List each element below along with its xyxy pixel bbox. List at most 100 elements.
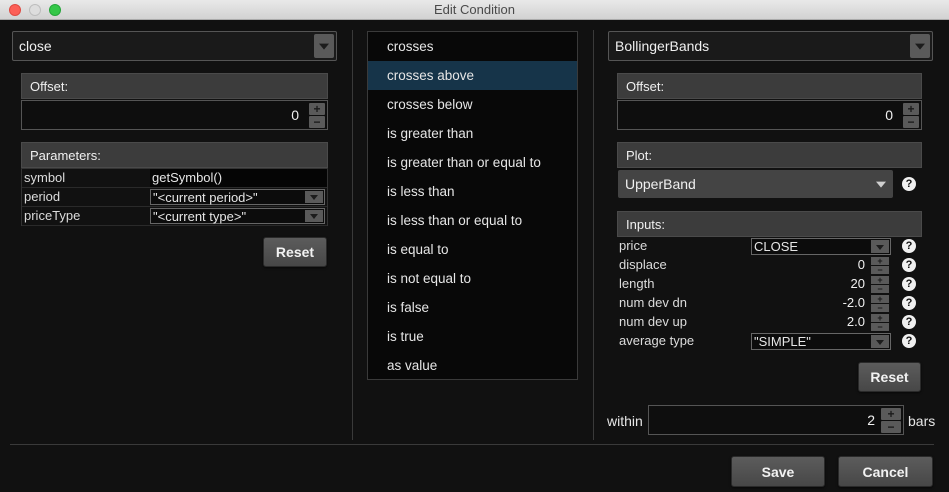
increment-icon[interactable]: + xyxy=(871,257,889,266)
input-number-displace-text: 0 xyxy=(857,257,865,272)
window-title: Edit Condition xyxy=(434,2,515,17)
save-button[interactable]: Save xyxy=(731,456,825,487)
table-row: period "<current period>" xyxy=(22,188,327,207)
input-number-num-dev-dn-text: -2.0 xyxy=(842,295,865,310)
within-value: 2 xyxy=(867,412,875,428)
input-number-length[interactable]: 20 + − xyxy=(751,276,891,294)
list-item[interactable]: is less than xyxy=(368,177,577,206)
param-select-period[interactable]: "<current period>" xyxy=(150,189,325,205)
within-stepper[interactable]: + − xyxy=(881,408,901,434)
input-number-num-dev-dn[interactable]: -2.0 + − xyxy=(751,295,891,313)
plot-header: Plot: xyxy=(617,142,922,168)
list-item[interactable]: is equal to xyxy=(368,235,577,264)
operator-list[interactable]: crosses crosses above crosses below is g… xyxy=(367,31,578,380)
input-price-dropdown-button[interactable] xyxy=(871,240,889,253)
increment-icon[interactable]: + xyxy=(871,276,889,285)
list-item[interactable]: is greater than xyxy=(368,119,577,148)
help-icon[interactable]: ? xyxy=(902,277,916,291)
right-study-dropdown-button[interactable] xyxy=(910,34,930,58)
chevron-down-icon xyxy=(915,43,925,50)
param-pricetype-dropdown-button[interactable] xyxy=(305,210,323,222)
input-select-average-type[interactable]: "SIMPLE" xyxy=(751,333,891,350)
decrement-icon[interactable]: − xyxy=(881,421,901,433)
right-offset-field[interactable]: 0 + − xyxy=(617,100,922,130)
input-select-price[interactable]: CLOSE xyxy=(751,238,891,255)
list-item[interactable]: is not equal to xyxy=(368,264,577,293)
param-select-pricetype-text: "<current type>" xyxy=(153,209,247,224)
table-row: displace 0 + − xyxy=(617,256,892,275)
right-offset-header: Offset: xyxy=(617,73,922,99)
param-value-symbol[interactable]: getSymbol() xyxy=(150,169,327,187)
chevron-down-icon xyxy=(876,244,884,250)
help-icon[interactable]: ? xyxy=(902,258,916,272)
input-label-num-dev-up: num dev up xyxy=(619,314,687,329)
input-displace-stepper[interactable]: + − xyxy=(871,257,889,275)
left-divider xyxy=(352,30,353,440)
right-offset-value: 0 xyxy=(885,107,893,123)
list-item[interactable]: is greater than or equal to xyxy=(368,148,577,177)
left-study-select[interactable]: close xyxy=(12,31,337,61)
increment-icon[interactable]: + xyxy=(881,408,901,420)
input-average-type-dropdown-button[interactable] xyxy=(871,335,889,348)
input-num-dev-up-stepper[interactable]: + − xyxy=(871,314,889,332)
right-study-select[interactable]: BollingerBands xyxy=(608,31,933,61)
table-row: average type "SIMPLE" xyxy=(617,332,892,351)
list-item[interactable]: is true xyxy=(368,322,577,351)
list-item[interactable]: crosses below xyxy=(368,90,577,119)
right-offset-stepper[interactable]: + − xyxy=(903,103,919,129)
decrement-icon[interactable]: − xyxy=(871,323,889,332)
help-icon[interactable]: ? xyxy=(902,315,916,329)
table-row: symbol getSymbol() xyxy=(22,169,327,188)
left-parameters-header: Parameters: xyxy=(21,142,328,168)
plot-select[interactable]: UpperBand xyxy=(618,170,893,198)
list-item[interactable]: is less than or equal to xyxy=(368,206,577,235)
param-label-period: period xyxy=(24,189,61,204)
left-study-dropdown-button[interactable] xyxy=(314,34,334,58)
table-row: priceType "<current type>" xyxy=(22,207,327,226)
help-icon[interactable]: ? xyxy=(902,239,916,253)
decrement-icon[interactable]: − xyxy=(871,285,889,294)
increment-icon[interactable]: + xyxy=(871,295,889,304)
param-label-pricetype: priceType xyxy=(24,208,81,223)
left-offset-field[interactable]: 0 + − xyxy=(21,100,328,130)
left-offset-stepper[interactable]: + − xyxy=(309,103,325,129)
plot-value: UpperBand xyxy=(625,176,696,192)
increment-icon[interactable]: + xyxy=(903,103,919,115)
within-label: within xyxy=(607,413,643,429)
plot-label: Plot: xyxy=(626,147,653,163)
left-reset-button[interactable]: Reset xyxy=(263,237,327,267)
param-select-pricetype[interactable]: "<current type>" xyxy=(150,208,325,224)
plot-help-icon[interactable]: ? xyxy=(902,177,916,191)
input-num-dev-dn-stepper[interactable]: + − xyxy=(871,295,889,313)
input-select-average-type-text: "SIMPLE" xyxy=(754,334,811,349)
param-period-dropdown-button[interactable] xyxy=(305,191,323,203)
left-offset-value: 0 xyxy=(291,107,299,123)
input-number-displace[interactable]: 0 + − xyxy=(751,257,891,275)
decrement-icon[interactable]: − xyxy=(871,304,889,313)
cancel-button[interactable]: Cancel xyxy=(838,456,933,487)
list-item[interactable]: crosses xyxy=(368,32,577,61)
increment-icon[interactable]: + xyxy=(309,103,325,115)
decrement-icon[interactable]: − xyxy=(309,116,325,128)
decrement-icon[interactable]: − xyxy=(871,266,889,275)
left-parameters-label: Parameters: xyxy=(30,147,101,163)
right-offset-label: Offset: xyxy=(626,78,665,94)
chevron-down-icon xyxy=(876,339,884,345)
list-item-selected[interactable]: crosses above xyxy=(368,61,577,90)
help-icon[interactable]: ? xyxy=(902,334,916,348)
inputs-header: Inputs: xyxy=(617,211,922,237)
increment-icon[interactable]: + xyxy=(871,314,889,323)
param-value-symbol-text: getSymbol() xyxy=(152,170,223,185)
list-item[interactable]: as value xyxy=(368,351,577,380)
right-reset-button[interactable]: Reset xyxy=(858,362,921,392)
chevron-down-icon xyxy=(319,43,329,50)
within-field[interactable]: 2 + − xyxy=(648,405,904,435)
left-study-value: close xyxy=(19,38,52,54)
input-length-stepper[interactable]: + − xyxy=(871,276,889,294)
chevron-down-icon xyxy=(310,195,318,200)
input-label-num-dev-dn: num dev dn xyxy=(619,295,687,310)
help-icon[interactable]: ? xyxy=(902,296,916,310)
input-number-num-dev-up[interactable]: 2.0 + − xyxy=(751,314,891,332)
decrement-icon[interactable]: − xyxy=(903,116,919,128)
list-item[interactable]: is false xyxy=(368,293,577,322)
